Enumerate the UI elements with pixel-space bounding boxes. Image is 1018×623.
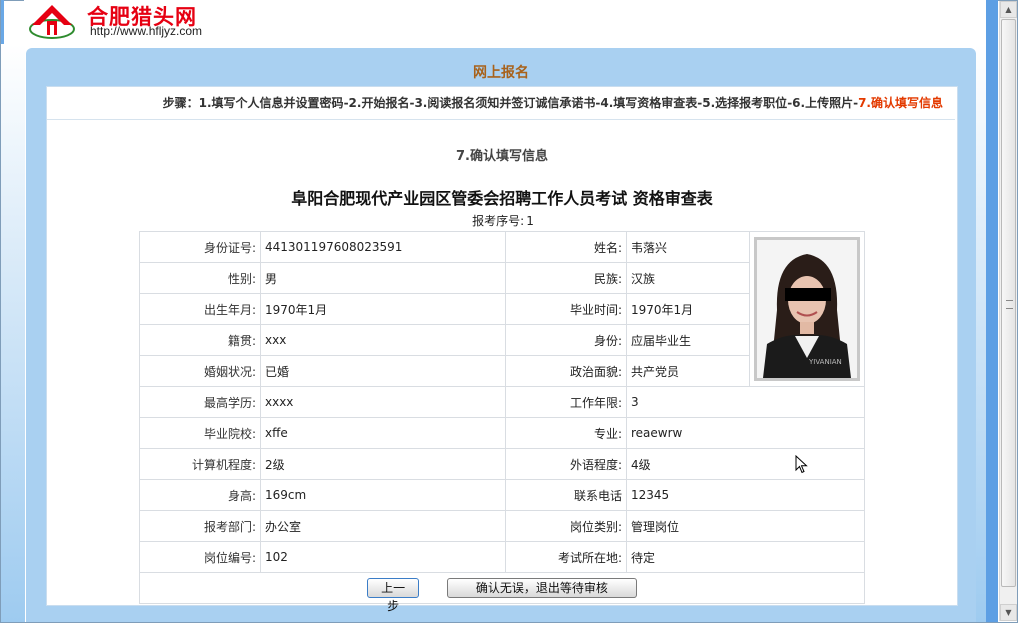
button-cell: 上一步 确认无误，退出等待审核: [139, 572, 865, 613]
field-label: 出生年月:: [139, 293, 261, 325]
field-label: 婚姻状况:: [139, 355, 261, 387]
site-logo-icon[interactable]: [28, 3, 76, 39]
step-3: 3.阅读报名须知并签订诚信承诺书: [414, 96, 596, 110]
step-7-current: 7.确认填写信息: [858, 96, 943, 110]
field-label: 岗位编号:: [139, 541, 261, 573]
form-title: 阜阳合肥现代产业园区管委会招聘工作人员考试 资格审查表: [291, 189, 713, 208]
field-label: 身份:: [505, 324, 627, 356]
step-progress: 步骤：1.填写个人信息并设置密码-2.开始报名-3.阅读报名须知并签订诚信承诺书…: [47, 87, 955, 120]
field-value: 汉族: [626, 262, 750, 294]
table-row: 身份证号: 441301197608023591 姓名: 韦落兴 YIVANIA…: [139, 231, 865, 387]
field-label: 性别:: [139, 262, 261, 294]
site-url: http://www.hfljyz.com: [90, 24, 203, 38]
field-label: 最高学历:: [139, 386, 261, 418]
field-value: 1970年1月: [626, 293, 750, 325]
field-value: 2级: [260, 448, 506, 480]
field-value: 韦落兴: [626, 231, 750, 263]
field-value: xffe: [260, 417, 506, 449]
table-row: 最高学历: xxxx 工作年限: 3: [139, 386, 865, 418]
photo-watermark: YIVANIAN: [808, 358, 842, 366]
table-row: 岗位编号: 102 考试所在地: 待定: [139, 541, 865, 573]
mouse-cursor-icon: [795, 455, 808, 474]
field-value: 441301197608023591: [260, 231, 506, 263]
field-label: 报考部门:: [139, 510, 261, 542]
field-value: 共产党员: [626, 355, 750, 387]
table-row: 身高: 169cm 联系电话 12345: [139, 479, 865, 511]
applicant-photo: YIVANIAN: [754, 237, 860, 381]
serial-label: 报考序号:: [472, 214, 525, 228]
field-label: 身份证号:: [139, 231, 261, 263]
field-value: xxx: [260, 324, 506, 356]
step-5: 5.选择报考职位: [702, 96, 788, 110]
field-label: 专业:: [505, 417, 627, 449]
step-4: 4.填写资格审查表: [600, 96, 698, 110]
field-value: 应届毕业生: [626, 324, 750, 356]
field-value: 1970年1月: [260, 293, 506, 325]
serial-number: 报考序号: 1: [47, 212, 957, 229]
field-label: 考试所在地:: [505, 541, 627, 573]
field-value: 3: [626, 386, 865, 418]
field-label: 外语程度:: [505, 448, 627, 480]
field-value: 办公室: [260, 510, 506, 542]
step-heading: 7.确认填写信息: [456, 149, 548, 164]
field-label: 岗位类别:: [505, 510, 627, 542]
field-value: 待定: [626, 541, 865, 573]
field-label: 计算机程度:: [139, 448, 261, 480]
table-row: 毕业院校: xffe 专业: reaewrw: [139, 417, 865, 449]
table-row: 计算机程度: 2级 外语程度: 4级: [139, 448, 865, 480]
content-area: 步骤：1.填写个人信息并设置密码-2.开始报名-3.阅读报名须知并签订诚信承诺书…: [46, 86, 958, 613]
field-label: 姓名:: [505, 231, 627, 263]
field-value: 102: [260, 541, 506, 573]
field-label: 工作年限:: [505, 386, 627, 418]
photo-cell: YIVANIAN: [749, 231, 865, 387]
vertical-scrollbar[interactable]: ▲ ▼: [999, 1, 1017, 621]
qualification-table: 身份证号: 441301197608023591 姓名: 韦落兴 YIVANIA…: [139, 231, 865, 613]
panel-title: 网上报名: [473, 65, 529, 81]
field-value: reaewrw: [626, 417, 865, 449]
confirm-submit-button[interactable]: 确认无误，退出等待审核: [446, 578, 637, 598]
prev-step-button[interactable]: 上一步: [367, 578, 420, 613]
right-edge-strip: [986, 0, 998, 622]
field-label: 毕业时间:: [505, 293, 627, 325]
portrait-image: YIVANIAN: [757, 240, 857, 378]
scroll-thumb[interactable]: [1001, 19, 1016, 587]
field-label: 籍贯:: [139, 324, 261, 356]
field-value: 12345: [626, 479, 865, 511]
step-6: 6.上传照片: [792, 96, 854, 110]
step-1: 1.填写个人信息并设置密码: [198, 96, 344, 110]
scroll-grip-icon: [1006, 300, 1013, 309]
serial-value: 1: [526, 214, 534, 228]
field-value: 169cm: [260, 479, 506, 511]
field-label: 毕业院校:: [139, 417, 261, 449]
field-label: 政治面貌:: [505, 355, 627, 387]
field-value: 管理岗位: [626, 510, 865, 542]
scroll-down-arrow-icon[interactable]: ▼: [1000, 604, 1017, 621]
button-row: 上一步 确认无误，退出等待审核: [139, 572, 865, 613]
scroll-up-arrow-icon[interactable]: ▲: [1000, 1, 1017, 18]
left-gradient: [1, 44, 25, 622]
field-label: 身高:: [139, 479, 261, 511]
steps-prefix: 步骤：: [162, 96, 199, 110]
field-value: 男: [260, 262, 506, 294]
table-row: 报考部门: 办公室 岗位类别: 管理岗位: [139, 510, 865, 542]
field-value: xxxx: [260, 386, 506, 418]
field-value: 已婚: [260, 355, 506, 387]
field-label: 联系电话: [505, 479, 627, 511]
field-label: 民族:: [505, 262, 627, 294]
step-2: 2.开始报名: [348, 96, 410, 110]
field-value: 4级: [626, 448, 865, 480]
